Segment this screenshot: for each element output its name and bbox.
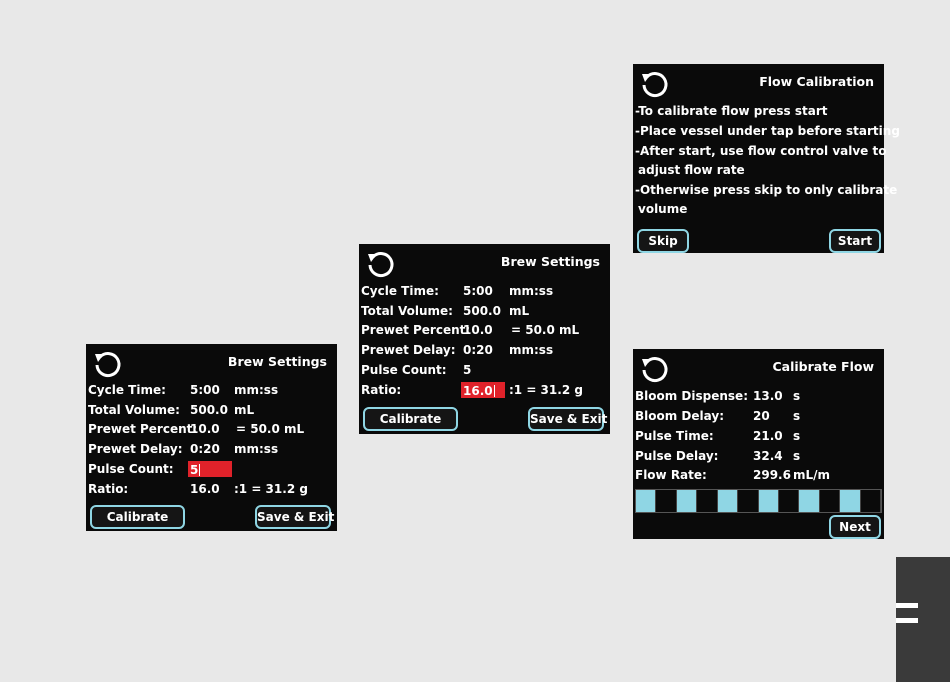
progress-segment	[717, 490, 739, 512]
result-label: Pulse Time:	[635, 429, 714, 443]
result-label: Bloom Delay:	[635, 409, 724, 423]
setting-value: 10.0	[463, 323, 493, 337]
setting-label: Prewet Percent:	[88, 422, 198, 436]
setting-label: Pulse Count:	[88, 462, 174, 476]
flow-progress-bar	[635, 489, 882, 513]
progress-segment	[799, 490, 820, 512]
instruction-line: -Otherwise press skip to only calibrate	[635, 183, 898, 197]
side-tab[interactable]	[896, 557, 950, 682]
setting-value: 16.0	[190, 482, 220, 496]
progress-segment	[697, 490, 718, 512]
setting-value: 0:20	[463, 343, 493, 357]
instruction-line: -After start, use flow control valve to	[635, 144, 887, 158]
setting-unit: = 50.0 mL	[511, 323, 580, 337]
progress-segment	[779, 490, 800, 512]
setting-unit: mL	[234, 403, 255, 417]
result-unit: mL/m	[793, 468, 831, 482]
setting-label: Prewet Delay:	[361, 343, 456, 357]
result-value: 299.6	[753, 468, 791, 482]
setting-value: 500.0	[190, 403, 228, 417]
setting-value: 500.0	[463, 304, 501, 318]
result-label: Flow Rate:	[635, 468, 707, 482]
result-value: 20	[753, 409, 770, 423]
calibrate-flow-screen: Calibrate Flow Bloom Dispense: 13.0 s Bl…	[633, 349, 884, 539]
calibrate-button[interactable]: Calibrate	[363, 407, 458, 431]
setting-unit: mm:ss	[234, 442, 279, 456]
brew-settings-screen-1: Brew Settings Cycle Time: 5:00 mm:ss Tot…	[86, 344, 337, 531]
setting-label: Pulse Count:	[361, 363, 447, 377]
setting-label: Prewet Delay:	[88, 442, 183, 456]
progress-segment	[820, 490, 841, 512]
progress-segment	[676, 490, 698, 512]
calibrate-button[interactable]: Calibrate	[90, 505, 185, 529]
result-value: 21.0	[753, 429, 783, 443]
skip-button[interactable]: Skip	[637, 229, 689, 253]
setting-unit: mm:ss	[234, 383, 279, 397]
result-value: 32.4	[753, 449, 783, 463]
next-button[interactable]: Next	[829, 515, 881, 539]
menu-bar-line	[896, 603, 918, 608]
result-unit: s	[793, 429, 801, 443]
progress-segment	[758, 490, 779, 512]
refresh-icon[interactable]	[639, 355, 669, 385]
brew-settings-screen-2: Brew Settings Cycle Time: 5:00 mm:ss Tot…	[359, 244, 610, 434]
field-value: 5	[190, 463, 199, 477]
result-label: Pulse Delay:	[635, 449, 719, 463]
setting-label: Ratio:	[88, 482, 129, 496]
progress-segment	[861, 490, 882, 512]
setting-label: Cycle Time:	[361, 284, 439, 298]
field-value: 16.0	[463, 384, 493, 398]
text-cursor	[199, 464, 201, 476]
progress-segment	[840, 490, 861, 512]
setting-unit: mm:ss	[509, 343, 554, 357]
screen-title: Brew Settings	[227, 354, 327, 369]
setting-value: 10.0	[190, 422, 220, 436]
setting-unit: = 50.0 mL	[236, 422, 305, 436]
screen-title: Calibrate Flow	[772, 359, 875, 374]
setting-label: Total Volume:	[88, 403, 180, 417]
setting-value: 5	[463, 363, 472, 377]
pulse-count-input[interactable]: 5	[188, 461, 232, 477]
setting-label: Prewet Percent:	[361, 323, 471, 337]
setting-label: Total Volume:	[361, 304, 453, 318]
ratio-input[interactable]: 16.0	[461, 382, 505, 398]
setting-unit: :1 = 31.2 g	[234, 482, 308, 496]
start-button[interactable]: Start	[829, 229, 881, 253]
refresh-icon[interactable]	[365, 250, 395, 280]
instruction-line: adjust flow rate	[638, 163, 745, 177]
setting-unit: mL	[509, 304, 530, 318]
result-label: Bloom Dispense:	[635, 389, 748, 403]
result-value: 13.0	[753, 389, 783, 403]
setting-unit: mm:ss	[509, 284, 554, 298]
save-exit-button[interactable]: Save & Exit	[255, 505, 334, 529]
setting-unit: :1 = 31.2 g	[509, 383, 583, 397]
save-exit-button[interactable]: Save & Exit	[528, 407, 607, 431]
setting-value: 5:00	[463, 284, 493, 298]
instruction-line: volume	[638, 202, 688, 216]
flow-calibration-screen: Flow Calibration -To calibrate flow pres…	[633, 64, 900, 253]
progress-segment	[636, 490, 657, 512]
refresh-icon[interactable]	[92, 350, 122, 380]
setting-value: 0:20	[190, 442, 220, 456]
progress-segment	[738, 490, 759, 512]
setting-label: Ratio:	[361, 383, 402, 397]
refresh-icon[interactable]	[639, 70, 669, 100]
result-unit: s	[793, 449, 801, 463]
instruction-line: -Place vessel under tap before starting	[635, 124, 900, 138]
screen-title: Flow Calibration	[759, 74, 874, 89]
text-cursor	[493, 385, 495, 397]
progress-segment	[656, 490, 677, 512]
setting-value: 5:00	[190, 383, 220, 397]
screen-title: Brew Settings	[500, 254, 600, 269]
setting-label: Cycle Time:	[88, 383, 166, 397]
instruction-line: -To calibrate flow press start	[635, 104, 828, 118]
result-unit: s	[793, 389, 801, 403]
menu-bar-line	[896, 618, 918, 623]
result-unit: s	[793, 409, 801, 423]
